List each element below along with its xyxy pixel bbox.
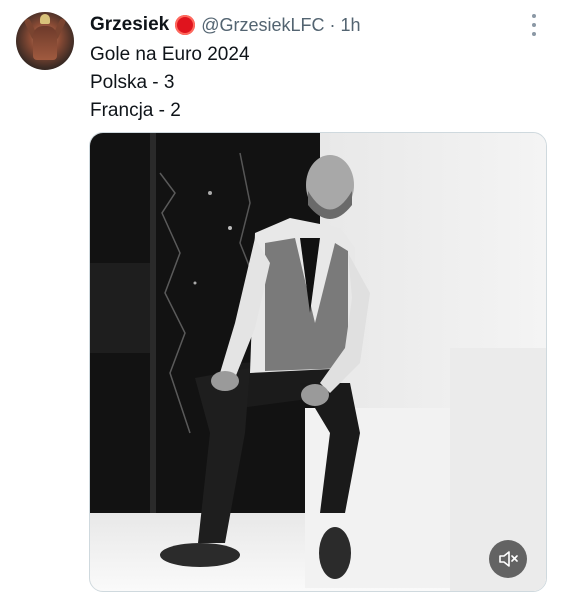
- tweet-text-line: Gole na Euro 2024: [90, 44, 250, 65]
- tweet-video[interactable]: [89, 132, 547, 592]
- timestamp[interactable]: 1h: [341, 15, 361, 36]
- tweet[interactable]: Grzesiek @GrzesiekLFC · 1h Gole na Euro …: [0, 0, 562, 600]
- avatar-figure: [33, 26, 57, 60]
- video-frame: [90, 133, 546, 591]
- separator: ·: [329, 14, 336, 35]
- display-name[interactable]: Grzesiek: [90, 14, 169, 36]
- tweet-text: Gole na Euro 2024 Polska - 3 Francja - 2: [90, 41, 530, 125]
- red-circle-icon: [175, 15, 196, 35]
- tweet-header: Grzesiek @GrzesiekLFC · 1h: [90, 12, 361, 38]
- user-handle[interactable]: @GrzesiekLFC: [201, 15, 324, 36]
- tweet-text-line: Polska - 3: [90, 72, 175, 93]
- avatar-trophy: [40, 14, 50, 24]
- speaker-muted-icon[interactable]: [489, 540, 527, 578]
- avatar[interactable]: [16, 12, 74, 70]
- tweet-text-line: Francja - 2: [90, 100, 181, 121]
- more-options-icon[interactable]: [524, 14, 544, 36]
